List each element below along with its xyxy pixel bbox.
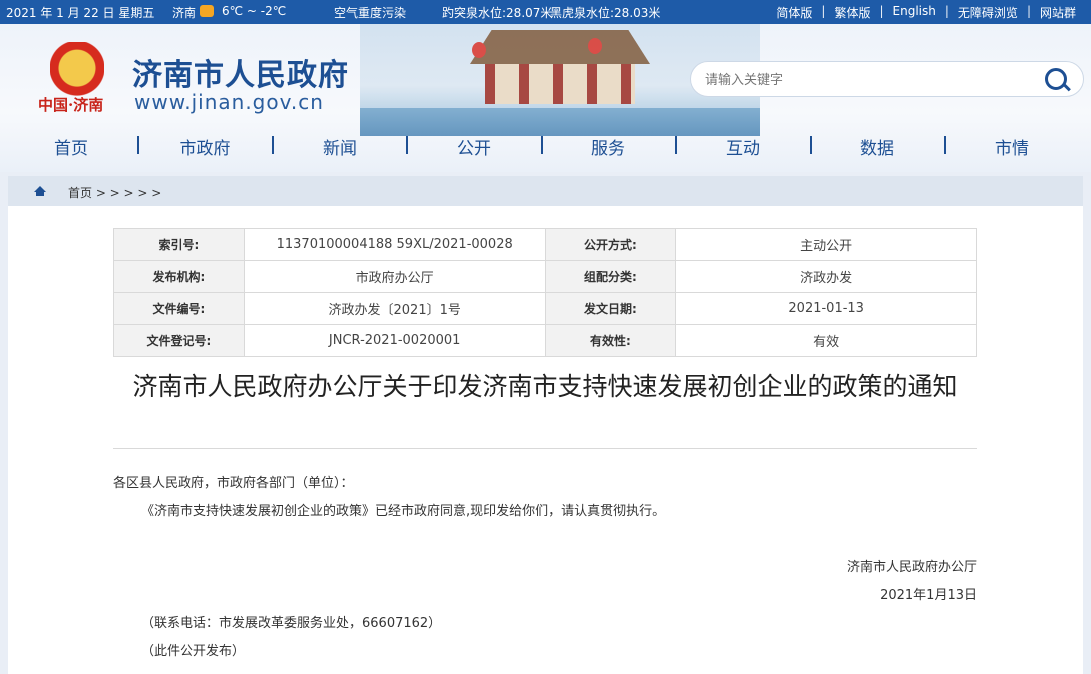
meta-value: 2021-01-13 (675, 292, 977, 325)
top-links: 简体版 | 繁体版 | English | 无障碍浏览 | 网站群 (767, 4, 1085, 21)
nav-separator (137, 136, 139, 154)
nav-item-government[interactable]: 市政府 (150, 134, 260, 159)
nav-separator (675, 136, 677, 154)
search-input[interactable] (703, 68, 1027, 92)
meta-key: 发文日期: (544, 292, 677, 325)
meta-value: 济政办发 (675, 260, 977, 293)
baotu-spring-level: 趵突泉水位:28.07米 (442, 6, 553, 20)
current-date: 2021 年 1 月 22 日 星期五 (6, 6, 155, 20)
meta-value: 主动公开 (675, 228, 977, 261)
main-nav: 首页 市政府 新闻 公开 服务 互动 数据 市情 (0, 128, 1091, 166)
document-title: 济南市人民政府办公厅关于印发济南市支持快速发展初创企业的政策的通知 (132, 372, 958, 401)
meta-value: 11370100004188 59XL/2021-00028 (243, 228, 546, 261)
simplified-chinese-link[interactable]: 简体版 (767, 4, 821, 21)
salutation: 各区县人民政府，市政府各部门（单位）： (113, 476, 354, 491)
air-quality: 空气重度污染 (334, 6, 407, 20)
heihu-spring-level: 黑虎泉水位:28.03米 (550, 6, 661, 20)
meta-value: 济政办发〔2021〕1号 (243, 292, 546, 325)
lantern-icon (472, 42, 486, 58)
nav-item-news[interactable]: 新闻 (285, 134, 395, 159)
meta-key: 有效性: (544, 324, 677, 357)
site-group-link[interactable]: 网站群 (1031, 4, 1085, 21)
meta-key: 文件登记号: (113, 324, 245, 357)
document-meta-table: 索引号: 11370100004188 59XL/2021-00028 公开方式… (113, 228, 977, 357)
meta-value: 有效 (675, 324, 977, 357)
nav-separator (541, 136, 543, 154)
national-emblem-icon (50, 42, 104, 100)
nav-item-city-info[interactable]: 市情 (957, 134, 1067, 159)
nav-separator (272, 136, 274, 154)
publish-note: （此件公开发布） (141, 644, 246, 659)
nav-item-data[interactable]: 数据 (822, 134, 932, 159)
breadcrumb-text[interactable]: 首页 > > > > > (68, 184, 161, 201)
body-paragraph: 《济南市支持快速发展初创企业的政策》已经市政府同意,现印发给你们，请认真贯彻执行… (141, 504, 666, 519)
nav-item-public[interactable]: 公开 (419, 134, 529, 159)
meta-key: 公开方式: (544, 228, 677, 261)
site-header: 中国·济南 济南市人民政府 www.jinan.gov.cn 首页 市政府 新闻… (0, 24, 1091, 172)
link-separator: | (821, 4, 826, 18)
meta-key: 索引号: (113, 228, 245, 261)
meta-key: 组配分类: (544, 260, 677, 293)
title-divider (113, 448, 977, 449)
link-separator: | (879, 4, 884, 18)
lantern-icon (588, 38, 602, 54)
top-info-bar: 2021 年 1 月 22 日 星期五 济南 6℃ ~ -2℃ 空气重度污染 趵… (0, 0, 1091, 24)
pavilion-pillars (485, 64, 635, 104)
link-separator: | (944, 4, 949, 18)
nav-item-services[interactable]: 服务 (553, 134, 663, 159)
nav-separator (944, 136, 946, 154)
english-link[interactable]: English (884, 4, 945, 21)
table-row: 文件编号: 济政办发〔2021〕1号 发文日期: 2021-01-13 (113, 292, 977, 325)
search-box (690, 61, 1084, 97)
table-row: 发布机构: 市政府办公厅 组配分类: 济政办发 (113, 260, 977, 293)
weather-city: 济南 (172, 6, 197, 20)
breadcrumb: 首页 > > > > > (8, 176, 1083, 206)
meta-value: JNCR-2021-0020001 (243, 324, 546, 357)
table-row: 索引号: 11370100004188 59XL/2021-00028 公开方式… (113, 228, 977, 261)
article-content: 索引号: 11370100004188 59XL/2021-00028 公开方式… (8, 206, 1083, 674)
accessibility-link[interactable]: 无障碍浏览 (949, 4, 1027, 21)
nav-item-interaction[interactable]: 互动 (688, 134, 798, 159)
nav-separator (810, 136, 812, 154)
nav-item-home[interactable]: 首页 (16, 134, 126, 159)
nav-separator (406, 136, 408, 154)
partly-cloudy-icon (200, 5, 214, 17)
home-icon[interactable] (34, 186, 46, 196)
traditional-chinese-link[interactable]: 繁体版 (825, 4, 879, 21)
search-icon[interactable] (1045, 68, 1067, 90)
link-separator: | (1026, 4, 1031, 18)
contact-info: （联系电话：市发展改革委服务业处，66607162） (141, 616, 442, 631)
emblem-caption: 中国·济南 (38, 96, 104, 114)
signer: 济南市人民政府办公厅 (846, 560, 977, 575)
site-url[interactable]: www.jinan.gov.cn (134, 90, 324, 114)
site-title[interactable]: 济南市人民政府 (132, 50, 349, 94)
issue-date: 2021年1月13日 (880, 588, 977, 603)
meta-key: 文件编号: (113, 292, 245, 325)
weather-temperature: 6℃ ~ -2℃ (222, 4, 287, 18)
pavilion-roof (470, 30, 650, 64)
meta-key: 发布机构: (113, 260, 245, 293)
table-row: 文件登记号: JNCR-2021-0020001 有效性: 有效 (113, 324, 977, 357)
meta-value: 市政府办公厅 (243, 260, 546, 293)
